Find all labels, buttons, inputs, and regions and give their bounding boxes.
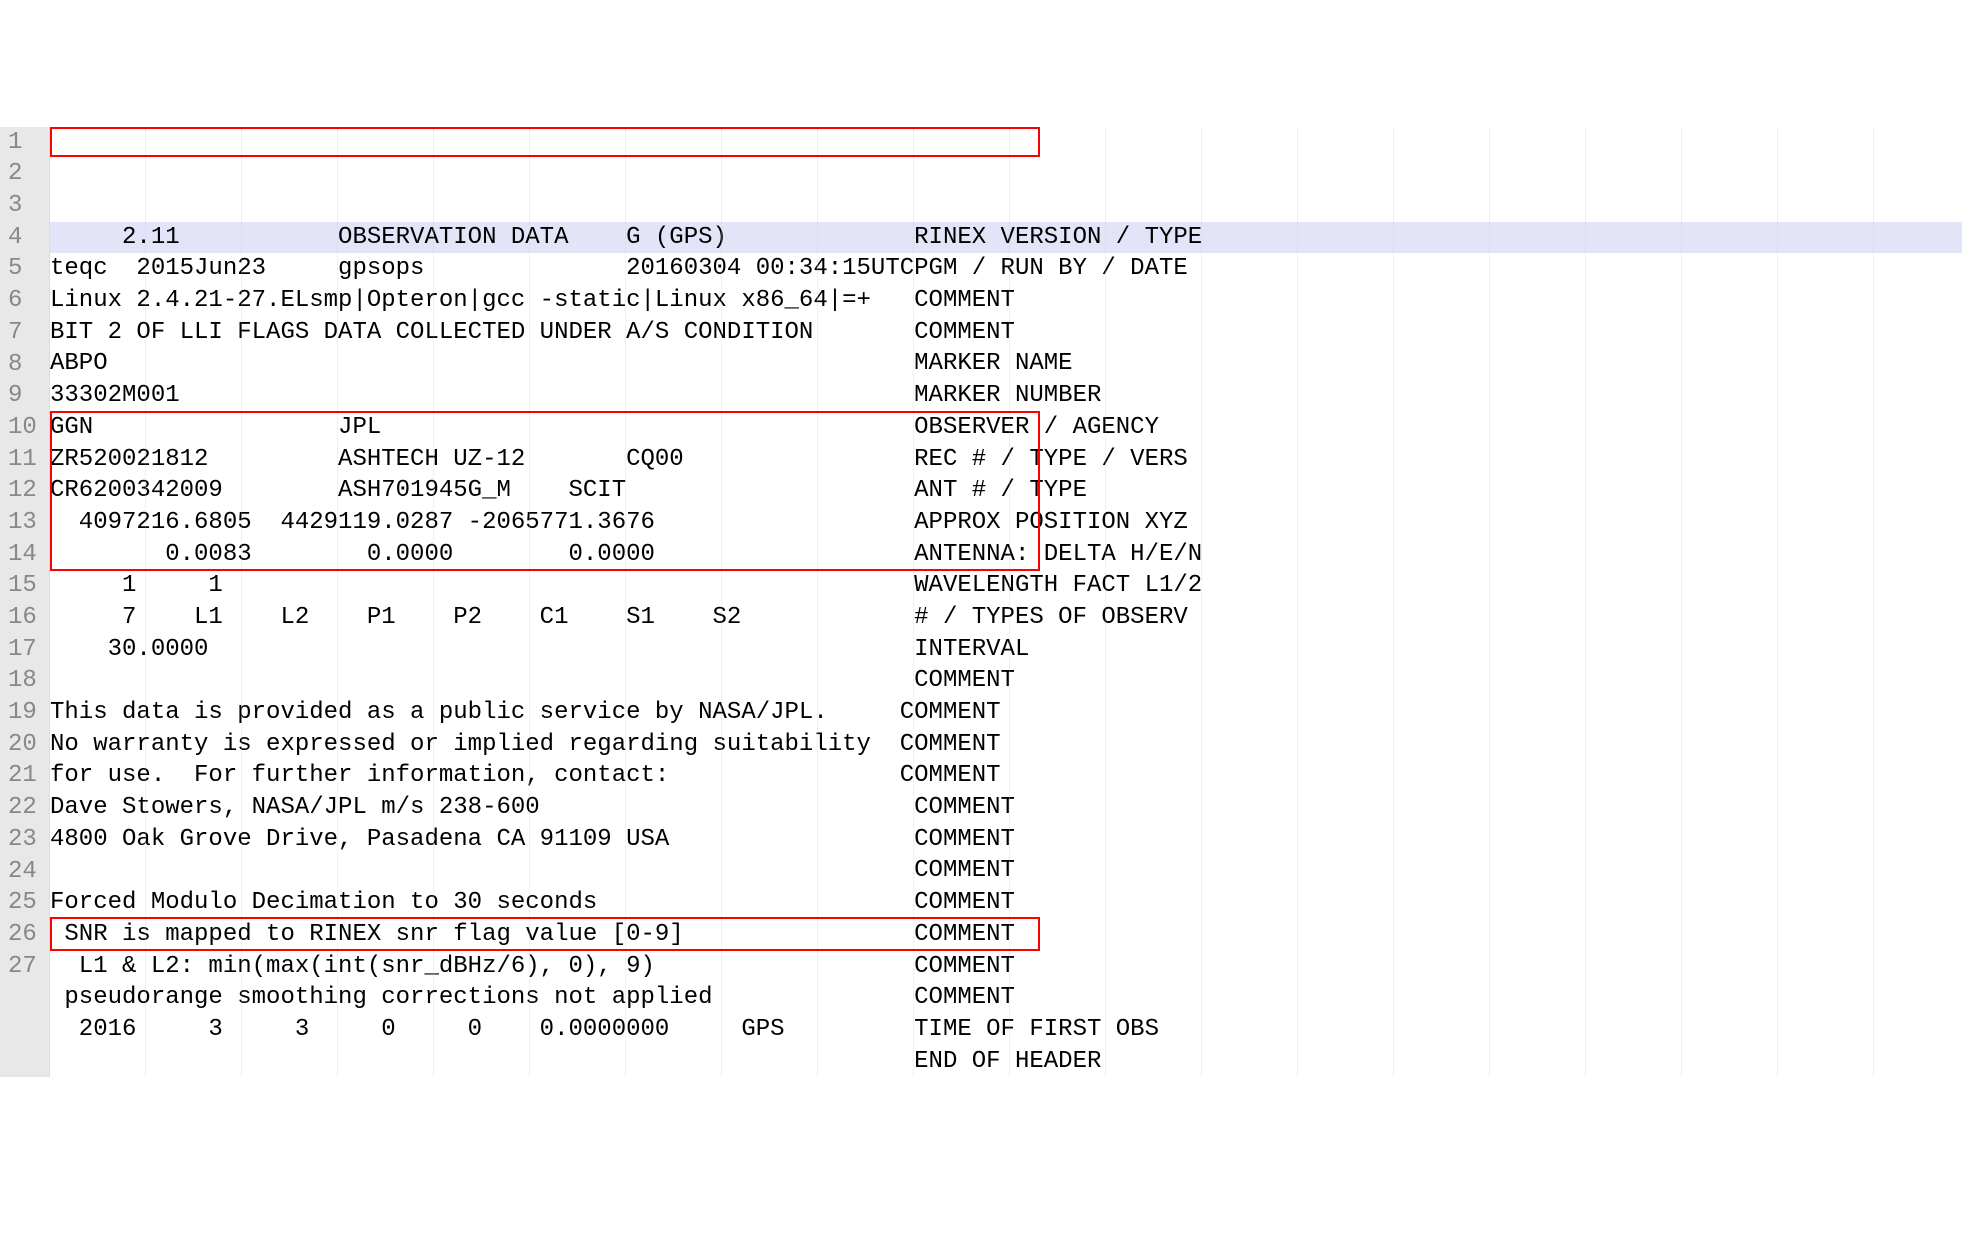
code-line[interactable]: 0.0083 0.0000 0.0000 ANTENNA: DELTA H/E/… bbox=[50, 539, 1962, 571]
code-line-text: 7 L1 L2 P1 P2 C1 S1 S2 # / TYPES OF OBSE… bbox=[50, 602, 1188, 634]
code-line[interactable]: 4097216.6805 4429119.0287 -2065771.3676 … bbox=[50, 507, 1962, 539]
code-line-text: 0.0083 0.0000 0.0000 ANTENNA: DELTA H/E/… bbox=[50, 539, 1202, 571]
code-line-text: CR6200342009 ASH701945G_M SCIT ANT # / T… bbox=[50, 475, 1087, 507]
line-number: 1 bbox=[8, 127, 41, 159]
line-number: 8 bbox=[8, 349, 41, 381]
code-line-text: 2016 3 3 0 0 0.0000000 GPS TIME OF FIRST… bbox=[50, 1014, 1159, 1046]
code-line-text: L1 & L2: min(max(int(snr_dBHz/6), 0), 9)… bbox=[50, 951, 1015, 983]
line-number: 24 bbox=[8, 856, 41, 888]
code-line-text: 4800 Oak Grove Drive, Pasadena CA 91109 … bbox=[50, 824, 1015, 856]
editor-content[interactable]: 2.11 OBSERVATION DATA G (GPS) RINEX VERS… bbox=[50, 127, 1962, 1078]
code-line[interactable]: Linux 2.4.21-27.ELsmp|Opteron|gcc -stati… bbox=[50, 285, 1962, 317]
line-number: 16 bbox=[8, 602, 41, 634]
code-line[interactable]: Dave Stowers, NASA/JPL m/s 238-600 COMME… bbox=[50, 792, 1962, 824]
line-number: 12 bbox=[8, 475, 41, 507]
code-line-text: for use. For further information, contac… bbox=[50, 760, 1001, 792]
line-number: 9 bbox=[8, 380, 41, 412]
line-number: 26 bbox=[8, 919, 41, 951]
line-number: 10 bbox=[8, 412, 41, 444]
code-line-text: COMMENT bbox=[50, 665, 1015, 697]
code-line[interactable]: 2016 3 3 0 0 0.0000000 GPS TIME OF FIRST… bbox=[50, 1014, 1962, 1046]
code-line[interactable]: END OF HEADER bbox=[50, 1046, 1962, 1078]
code-line[interactable]: ZR520021812 ASHTECH UZ-12 CQ00 REC # / T… bbox=[50, 444, 1962, 476]
code-line-text: No warranty is expressed or implied rega… bbox=[50, 729, 1001, 761]
code-line[interactable]: 7 L1 L2 P1 P2 C1 S1 S2 # / TYPES OF OBSE… bbox=[50, 602, 1962, 634]
code-line[interactable]: This data is provided as a public servic… bbox=[50, 697, 1962, 729]
code-line-text: ABPO MARKER NAME bbox=[50, 348, 1073, 380]
code-line-text: Dave Stowers, NASA/JPL m/s 238-600 COMME… bbox=[50, 792, 1015, 824]
code-line[interactable]: BIT 2 OF LLI FLAGS DATA COLLECTED UNDER … bbox=[50, 317, 1962, 349]
code-line-text: 1 1 WAVELENGTH FACT L1/2 bbox=[50, 570, 1202, 602]
code-line-text: teqc 2015Jun23 gpsops 20160304 00:34:15U… bbox=[50, 253, 1188, 285]
line-number: 2 bbox=[8, 158, 41, 190]
code-line-text: END OF HEADER bbox=[50, 1046, 1101, 1078]
line-number: 17 bbox=[8, 634, 41, 666]
code-line-text: This data is provided as a public servic… bbox=[50, 697, 1001, 729]
code-line[interactable]: Forced Modulo Decimation to 30 seconds C… bbox=[50, 887, 1962, 919]
code-line-text: 30.0000 INTERVAL bbox=[50, 634, 1029, 666]
line-number: 3 bbox=[8, 190, 41, 222]
line-number: 18 bbox=[8, 665, 41, 697]
code-line[interactable]: COMMENT bbox=[50, 855, 1962, 887]
code-line-text: pseudorange smoothing corrections not ap… bbox=[50, 982, 1015, 1014]
line-number: 14 bbox=[8, 539, 41, 571]
code-line[interactable]: 4800 Oak Grove Drive, Pasadena CA 91109 … bbox=[50, 824, 1962, 856]
code-line-text: SNR is mapped to RINEX snr flag value [0… bbox=[50, 919, 1015, 951]
code-line[interactable]: 1 1 WAVELENGTH FACT L1/2 bbox=[50, 570, 1962, 602]
code-line-text: ZR520021812 ASHTECH UZ-12 CQ00 REC # / T… bbox=[50, 444, 1188, 476]
line-number: 22 bbox=[8, 792, 41, 824]
line-number: 19 bbox=[8, 697, 41, 729]
annotation-box bbox=[50, 127, 1040, 157]
line-number: 4 bbox=[8, 222, 41, 254]
line-number: 13 bbox=[8, 507, 41, 539]
code-line[interactable]: teqc 2015Jun23 gpsops 20160304 00:34:15U… bbox=[50, 253, 1962, 285]
line-number: 6 bbox=[8, 285, 41, 317]
code-line-text: COMMENT bbox=[50, 855, 1015, 887]
line-number: 20 bbox=[8, 729, 41, 761]
code-line-text: Linux 2.4.21-27.ELsmp|Opteron|gcc -stati… bbox=[50, 285, 1015, 317]
line-number-gutter: 1234567891011121314151617181920212223242… bbox=[0, 127, 50, 1078]
code-line[interactable]: L1 & L2: min(max(int(snr_dBHz/6), 0), 9)… bbox=[50, 951, 1962, 983]
code-line[interactable]: No warranty is expressed or implied rega… bbox=[50, 729, 1962, 761]
code-line-text: BIT 2 OF LLI FLAGS DATA COLLECTED UNDER … bbox=[50, 317, 1015, 349]
line-number: 5 bbox=[8, 253, 41, 285]
line-number: 7 bbox=[8, 317, 41, 349]
code-line[interactable]: GGN JPL OBSERVER / AGENCY bbox=[50, 412, 1962, 444]
text-editor: 1234567891011121314151617181920212223242… bbox=[0, 127, 1962, 1078]
code-line[interactable]: pseudorange smoothing corrections not ap… bbox=[50, 982, 1962, 1014]
code-line[interactable]: for use. For further information, contac… bbox=[50, 760, 1962, 792]
line-number: 21 bbox=[8, 760, 41, 792]
line-number: 23 bbox=[8, 824, 41, 856]
code-line-text: GGN JPL OBSERVER / AGENCY bbox=[50, 412, 1159, 444]
code-line-text: 4097216.6805 4429119.0287 -2065771.3676 … bbox=[50, 507, 1188, 539]
line-number: 27 bbox=[8, 951, 41, 983]
code-line[interactable]: 33302M001 MARKER NUMBER bbox=[50, 380, 1962, 412]
code-line[interactable]: CR6200342009 ASH701945G_M SCIT ANT # / T… bbox=[50, 475, 1962, 507]
code-line-text: Forced Modulo Decimation to 30 seconds C… bbox=[50, 887, 1015, 919]
line-number: 25 bbox=[8, 887, 41, 919]
code-line-text: 2.11 OBSERVATION DATA G (GPS) RINEX VERS… bbox=[50, 222, 1202, 254]
code-line[interactable]: SNR is mapped to RINEX snr flag value [0… bbox=[50, 919, 1962, 951]
code-line[interactable]: 2.11 OBSERVATION DATA G (GPS) RINEX VERS… bbox=[50, 222, 1962, 254]
line-number: 11 bbox=[8, 444, 41, 476]
line-number: 15 bbox=[8, 570, 41, 602]
code-line[interactable]: COMMENT bbox=[50, 665, 1962, 697]
code-line-text: 33302M001 MARKER NUMBER bbox=[50, 380, 1101, 412]
code-line[interactable]: ABPO MARKER NAME bbox=[50, 348, 1962, 380]
code-line[interactable]: 30.0000 INTERVAL bbox=[50, 634, 1962, 666]
